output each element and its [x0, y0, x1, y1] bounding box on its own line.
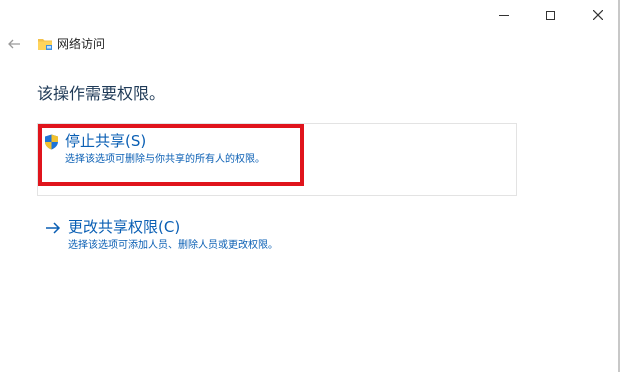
stop-sharing-title[interactable]: 停止共享(S) [65, 131, 146, 151]
maximize-button[interactable] [526, 0, 574, 30]
minimize-icon [499, 14, 509, 16]
window-border [618, 0, 620, 372]
close-icon [593, 10, 603, 20]
change-permissions-title[interactable]: 更改共享权限(C) [68, 217, 180, 237]
shield-icon [45, 134, 58, 150]
window-title: 网络访问 [57, 37, 106, 51]
network-folder-icon [38, 39, 52, 50]
back-arrow-icon[interactable] [6, 36, 22, 52]
dialog-window: 网络访问 该操作需要权限。 停止共享(S) 选择该选项可删除与你共享的所有人的权… [0, 0, 620, 372]
arrow-right-icon [46, 222, 61, 234]
change-permissions-description: 选择该选项可添加人员、删除人员或更改权限。 [68, 240, 278, 251]
maximize-icon [545, 10, 555, 20]
stop-sharing-description: 选择该选项可删除与你共享的所有人的权限。 [65, 154, 265, 165]
close-button[interactable] [574, 0, 622, 30]
minimize-button[interactable] [480, 0, 528, 30]
page-heading: 该操作需要权限。 [37, 84, 166, 103]
